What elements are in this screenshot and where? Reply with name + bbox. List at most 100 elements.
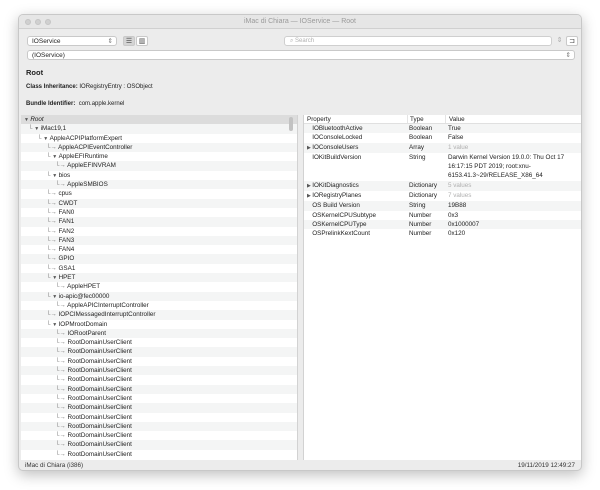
- column-value[interactable]: Value: [445, 115, 581, 123]
- tree-row[interactable]: └ ▼ AppleEFIRuntime: [21, 152, 297, 161]
- property-label: OSPrelinkKextCount: [312, 230, 370, 238]
- property-row[interactable]: OS Build Version String 19B88: [304, 201, 581, 211]
- connector-line: └→: [55, 441, 68, 449]
- status-host: iMac di Chiara (i386): [25, 462, 84, 469]
- tree-row[interactable]: └→ FAN4: [21, 245, 297, 254]
- tree-row[interactable]: └→ RootDomainUserClient: [21, 421, 297, 432]
- path-select[interactable]: (IOService) ⇕: [27, 50, 575, 60]
- minimize-button[interactable]: [35, 19, 41, 25]
- tree-row[interactable]: └→ RootDomainUserClient: [21, 375, 297, 384]
- property-value: 0x120: [448, 230, 466, 238]
- property-value: 19B88: [448, 202, 467, 210]
- property-row[interactable]: IOKitBuildVersion String Darwin Kernel Ver…: [304, 153, 581, 181]
- property-row[interactable]: ▶ IOConsoleUsers Array 1 value: [304, 142, 581, 153]
- tree-row[interactable]: ▼ Root: [21, 115, 297, 125]
- connector-line: └→: [55, 376, 68, 384]
- tree-row[interactable]: └→ IORootParent: [21, 328, 297, 339]
- property-label: IOConsoleUsers: [312, 143, 359, 151]
- column-type[interactable]: Type: [407, 115, 445, 123]
- window-controls[interactable]: [25, 19, 51, 25]
- tree-row[interactable]: └→ CWDT: [21, 198, 297, 208]
- tree-label: RootDomainUserClient: [67, 357, 132, 365]
- zoom-button[interactable]: [45, 19, 51, 25]
- tree-row[interactable]: └→ FAN0: [21, 208, 297, 217]
- property-type: Boolean: [409, 125, 433, 132]
- tree-row[interactable]: └ ▼ io-apic@fec00000: [21, 291, 297, 301]
- search-input[interactable]: ⌕ Search: [284, 36, 552, 46]
- tree-row[interactable]: └→ RootDomainUserClient: [21, 403, 297, 413]
- tree-label: AppleACPIEventController: [58, 143, 133, 151]
- split-divider[interactable]: [297, 115, 304, 460]
- tree-row[interactable]: └→ cpus: [21, 189, 297, 198]
- property-row[interactable]: ▶ IORegistryPlanes Dictionary 7 values: [304, 191, 581, 201]
- tree-row[interactable]: └→ RootDomainUserClient: [21, 394, 297, 403]
- column-property[interactable]: Property: [304, 115, 407, 123]
- stepper[interactable]: ⇕: [556, 36, 563, 46]
- connector-line: └→: [55, 181, 68, 189]
- property-type: Number: [409, 230, 432, 238]
- property-type: String: [409, 153, 426, 161]
- connector-line: └→: [55, 357, 68, 365]
- tree-row[interactable]: └→ AppleACPIEventController: [21, 142, 297, 153]
- tree-row[interactable]: └→ AppleAPICInterruptController: [21, 301, 297, 310]
- window-title: iMac di Chiara — IOService — Root: [243, 18, 357, 25]
- tree-row[interactable]: └→ RootDomainUserClient: [21, 347, 297, 357]
- property-row[interactable]: IOConsoleLocked Boolean False: [304, 133, 581, 142]
- connector-line: └→: [55, 301, 68, 309]
- tree-label: bios: [58, 171, 71, 179]
- property-row[interactable]: OSKernelCPUSubtype Number 0x3: [304, 211, 581, 220]
- property-name: IOKitBuildVersion: [304, 153, 407, 181]
- tree-row[interactable]: └→ RootDomainUserClient: [21, 450, 297, 459]
- property-row[interactable]: OSPrelinkKextCount Number 0x120: [304, 229, 581, 238]
- property-type: Dictionary: [409, 181, 437, 189]
- tree-row[interactable]: └→ RootDomainUserClient: [21, 366, 297, 376]
- tree-label: GPIO: [58, 255, 75, 263]
- property-row[interactable]: OSKernelCPUType Number 0x1000007: [304, 219, 581, 230]
- tree-row[interactable]: └→ IOPCIMessagedInterruptController: [21, 310, 297, 320]
- tree-label: iMac19,1: [40, 125, 67, 133]
- tree-row[interactable]: └→ RootDomainUserClient: [21, 431, 297, 440]
- property-value: Darwin Kernel Version 19.0.0: Thu Oct 17…: [448, 153, 565, 180]
- tree-label: RootDomainUserClient: [67, 367, 132, 375]
- tree-row[interactable]: └→ AppleSMBIOS: [21, 180, 297, 190]
- tree-row[interactable]: └ ▼ iMac19,1: [21, 124, 297, 134]
- tree-label: FAN1: [58, 218, 75, 226]
- tree-scrollbar[interactable]: [289, 117, 293, 131]
- tree-row[interactable]: └ ▼ AppleACPIPlatformExpert: [21, 134, 297, 143]
- property-label: IORegistryPlanes: [312, 192, 362, 200]
- connector-line: └→: [46, 199, 59, 207]
- tree-row[interactable]: └→ RootDomainUserClient: [21, 440, 297, 450]
- status-timestamp: 19/11/2019 12:49:27: [517, 462, 575, 469]
- property-name: IOConsoleLocked: [304, 133, 407, 142]
- list-view-button[interactable]: ☰: [123, 36, 135, 46]
- close-button[interactable]: [25, 19, 31, 25]
- properties-table: Property Type Value IOBluetoothActive Boo…: [304, 115, 581, 460]
- plane-select[interactable]: IOService ⇕: [27, 36, 117, 46]
- ioreg-window: iMac di Chiara — IOService — Root IOServ…: [18, 14, 582, 471]
- tree-row[interactable]: └→ AppleHPET: [21, 282, 297, 291]
- registry-tree[interactable]: ▼ Root └ ▼ iMac19,1 └ ▼ AppleACPIPlatformE…: [21, 115, 297, 460]
- property-row[interactable]: IOBluetoothActive Boolean True: [304, 124, 581, 134]
- tree-row[interactable]: └ ▼ bios: [21, 171, 297, 180]
- tree-row[interactable]: └ ▼ HPET: [21, 273, 297, 283]
- tree-row[interactable]: └→ RootDomainUserClient: [21, 413, 297, 422]
- tree-row[interactable]: └→ FAN3: [21, 235, 297, 246]
- chevron-updown-icon: ⇕: [107, 38, 113, 45]
- tree-row[interactable]: └→ RootDomainUserClient: [21, 357, 297, 366]
- tree-row[interactable]: └→ FAN2: [21, 227, 297, 236]
- tree-label: FAN0: [58, 208, 75, 216]
- connector-line: └→: [46, 246, 59, 254]
- tree-row[interactable]: └→ RootDomainUserClient: [21, 338, 297, 347]
- tree-label: cpus: [58, 190, 72, 198]
- tree-row[interactable]: └→ GPIO: [21, 254, 297, 264]
- tree-row[interactable]: └→ AppleEFINVRAM: [21, 161, 297, 171]
- tree-row[interactable]: └→ RootDomainUserClient: [21, 384, 297, 394]
- inspector-button[interactable]: ⊐: [566, 36, 578, 46]
- property-label: IOConsoleLocked: [312, 134, 363, 142]
- connector-line: └→: [55, 385, 68, 393]
- tree-row[interactable]: └→ FAN1: [21, 217, 297, 227]
- column-view-button[interactable]: ▥: [136, 36, 148, 46]
- tree-row[interactable]: └ ▼ IOPMrootDomain: [21, 320, 297, 329]
- property-row[interactable]: ▶ IOKitDiagnostics Dictionary 5 values: [304, 180, 581, 192]
- tree-row[interactable]: └→ GSA1: [21, 264, 297, 273]
